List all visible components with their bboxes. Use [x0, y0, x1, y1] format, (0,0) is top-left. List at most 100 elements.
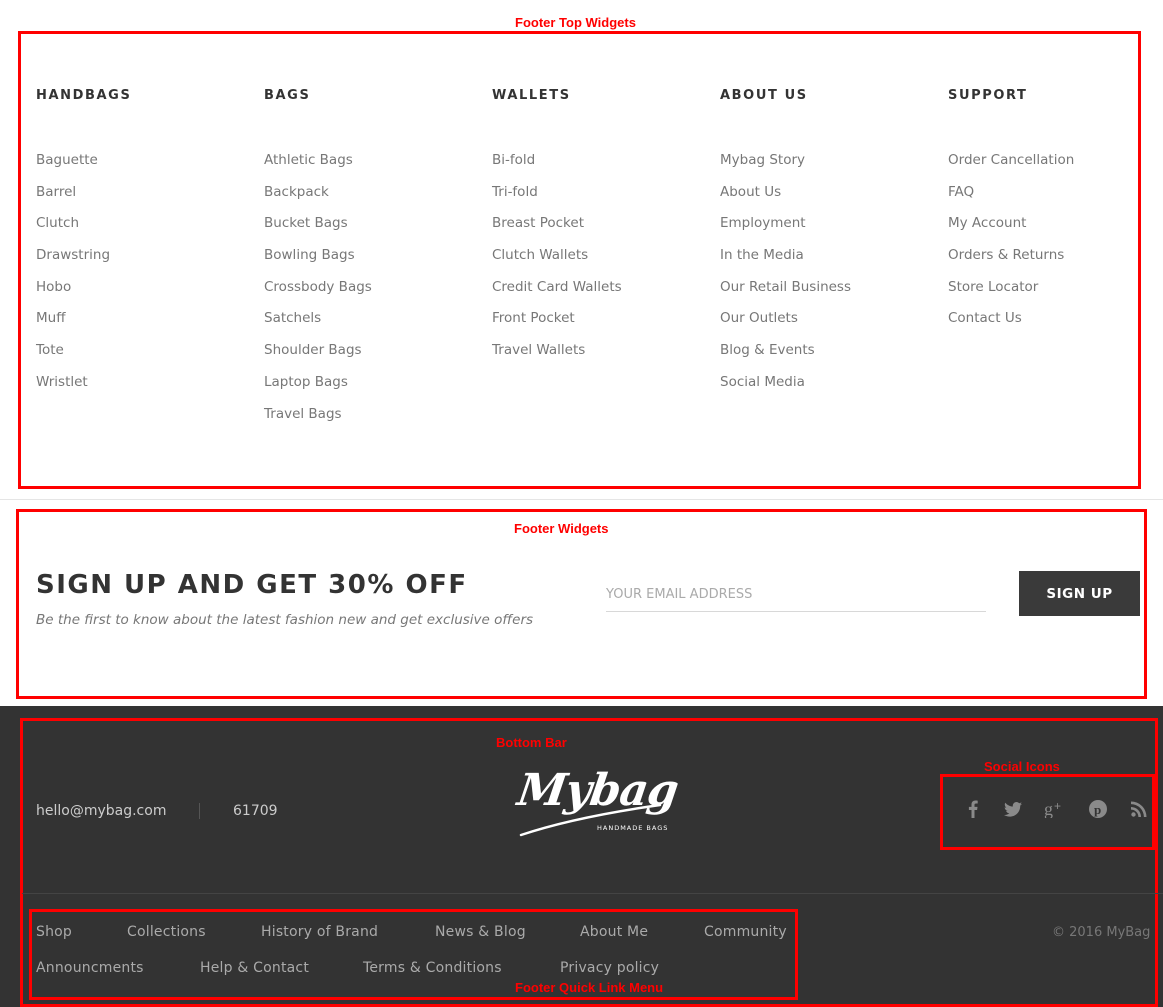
list-item[interactable]: Tri-fold [492, 184, 622, 216]
footer-link[interactable]: Blog & Events [720, 342, 815, 358]
footer-link[interactable]: Bucket Bags [264, 215, 348, 231]
list-item[interactable]: Breast Pocket [492, 215, 622, 247]
footer-link[interactable]: Social Media [720, 374, 805, 390]
footer-link[interactable]: Hobo [36, 279, 71, 295]
sign-up-button[interactable]: SIGN UP [1019, 571, 1140, 616]
list-item[interactable]: Orders & Returns [948, 247, 1074, 279]
footer-link[interactable]: Muff [36, 310, 66, 326]
footer-link[interactable]: Our Outlets [720, 310, 798, 326]
footer-link[interactable]: Clutch Wallets [492, 247, 588, 263]
list-item[interactable]: Travel Wallets [492, 342, 622, 374]
footer-link[interactable]: Shoulder Bags [264, 342, 362, 358]
list-item[interactable]: Shoulder Bags [264, 342, 372, 374]
list-item[interactable]: Bowling Bags [264, 247, 372, 279]
google-plus-icon[interactable]: g + [1043, 797, 1067, 821]
contact-divider [199, 803, 200, 819]
footer-link[interactable]: Front Pocket [492, 310, 575, 326]
list-item[interactable]: Laptop Bags [264, 374, 372, 406]
footer-link[interactable]: Orders & Returns [948, 247, 1064, 263]
footer-link[interactable]: Wristlet [36, 374, 88, 390]
quick-link-help-contact[interactable]: Help & Contact [200, 960, 309, 976]
list-item[interactable]: Satchels [264, 310, 372, 342]
footer-link[interactable]: Crossbody Bags [264, 279, 372, 295]
list-item[interactable]: Muff [36, 310, 131, 342]
footer-link[interactable]: Barrel [36, 184, 76, 200]
facebook-icon[interactable] [961, 797, 985, 821]
list-item[interactable]: Our Retail Business [720, 279, 851, 311]
list-item[interactable]: Social Media [720, 374, 851, 406]
list-item[interactable]: Bi-fold [492, 152, 622, 184]
footer-link[interactable]: Contact Us [948, 310, 1022, 326]
footer-link[interactable]: FAQ [948, 184, 974, 200]
copyright-text: © 2016 MyBag [1052, 925, 1151, 940]
footer-link[interactable]: Drawstring [36, 247, 110, 263]
quick-link-news-blog[interactable]: News & Blog [435, 924, 526, 940]
list-item[interactable]: Hobo [36, 279, 131, 311]
footer-link[interactable]: Employment [720, 215, 806, 231]
list-item[interactable]: Blog & Events [720, 342, 851, 374]
quick-link-collections[interactable]: Collections [127, 924, 206, 940]
list-item[interactable]: Athletic Bags [264, 152, 372, 184]
list-item[interactable]: Bucket Bags [264, 215, 372, 247]
footer-column-support: SUPPORT Order Cancellation FAQ My Accoun… [948, 88, 1074, 342]
list-item[interactable]: My Account [948, 215, 1074, 247]
list-item[interactable]: Our Outlets [720, 310, 851, 342]
list-item[interactable]: Credit Card Wallets [492, 279, 622, 311]
list-item[interactable]: Order Cancellation [948, 152, 1074, 184]
list-item[interactable]: Contact Us [948, 310, 1074, 342]
rss-icon[interactable] [1127, 797, 1151, 821]
footer-link[interactable]: Mybag Story [720, 152, 805, 168]
footer-link[interactable]: Store Locator [948, 279, 1038, 295]
footer-link[interactable]: Backpack [264, 184, 329, 200]
email-field[interactable] [606, 578, 986, 612]
footer-link[interactable]: Travel Bags [264, 406, 342, 422]
quick-link-community[interactable]: Community [704, 924, 787, 940]
list-item[interactable]: Front Pocket [492, 310, 622, 342]
list-item[interactable]: Wristlet [36, 374, 131, 406]
footer-link[interactable]: In the Media [720, 247, 804, 263]
footer-link[interactable]: Tote [36, 342, 64, 358]
quick-link-shop[interactable]: Shop [36, 924, 72, 940]
footer-link[interactable]: Clutch [36, 215, 79, 231]
list-item[interactable]: Store Locator [948, 279, 1074, 311]
footer-link[interactable]: Baguette [36, 152, 98, 168]
list-item[interactable]: Travel Bags [264, 406, 372, 438]
footer-link[interactable]: Travel Wallets [492, 342, 585, 358]
quick-link-history-of-brand[interactable]: History of Brand [261, 924, 378, 940]
quick-link-privacy-policy[interactable]: Privacy policy [560, 960, 659, 976]
list-item[interactable]: Drawstring [36, 247, 131, 279]
list-item[interactable]: Mybag Story [720, 152, 851, 184]
footer-link[interactable]: Order Cancellation [948, 152, 1074, 168]
list-item[interactable]: Barrel [36, 184, 131, 216]
quick-link-announcements[interactable]: Announcments [36, 960, 144, 976]
twitter-icon[interactable] [1001, 797, 1025, 821]
footer-link[interactable]: My Account [948, 215, 1026, 231]
list-item[interactable]: Backpack [264, 184, 372, 216]
quick-link-about-me[interactable]: About Me [580, 924, 648, 940]
list-item[interactable]: Clutch [36, 215, 131, 247]
list-item[interactable]: About Us [720, 184, 851, 216]
footer-link[interactable]: About Us [720, 184, 781, 200]
contact-email-link[interactable]: hello@mybag.com [36, 803, 166, 819]
footer-link[interactable]: Our Retail Business [720, 279, 851, 295]
footer-link[interactable]: Tri-fold [492, 184, 538, 200]
footer-link[interactable]: Athletic Bags [264, 152, 353, 168]
footer-link[interactable]: Breast Pocket [492, 215, 584, 231]
list-item[interactable]: Baguette [36, 152, 131, 184]
footer-link[interactable]: Bowling Bags [264, 247, 355, 263]
footer-column-bags: BAGS Athletic Bags Backpack Bucket Bags … [264, 88, 372, 437]
list-item[interactable]: Employment [720, 215, 851, 247]
list-item[interactable]: FAQ [948, 184, 1074, 216]
list-item[interactable]: In the Media [720, 247, 851, 279]
footer-link[interactable]: Satchels [264, 310, 321, 326]
footer-link[interactable]: Laptop Bags [264, 374, 348, 390]
footer-link[interactable]: Bi-fold [492, 152, 535, 168]
column-heading: ABOUT US [720, 88, 808, 103]
list-item[interactable]: Clutch Wallets [492, 247, 622, 279]
list-item[interactable]: Crossbody Bags [264, 279, 372, 311]
footer-link[interactable]: Credit Card Wallets [492, 279, 622, 295]
pinterest-icon[interactable]: p [1086, 797, 1110, 821]
mybag-logo[interactable]: Mybag HANDMADE BAGS [514, 765, 681, 840]
list-item[interactable]: Tote [36, 342, 131, 374]
quick-link-terms-conditions[interactable]: Terms & Conditions [363, 960, 502, 976]
